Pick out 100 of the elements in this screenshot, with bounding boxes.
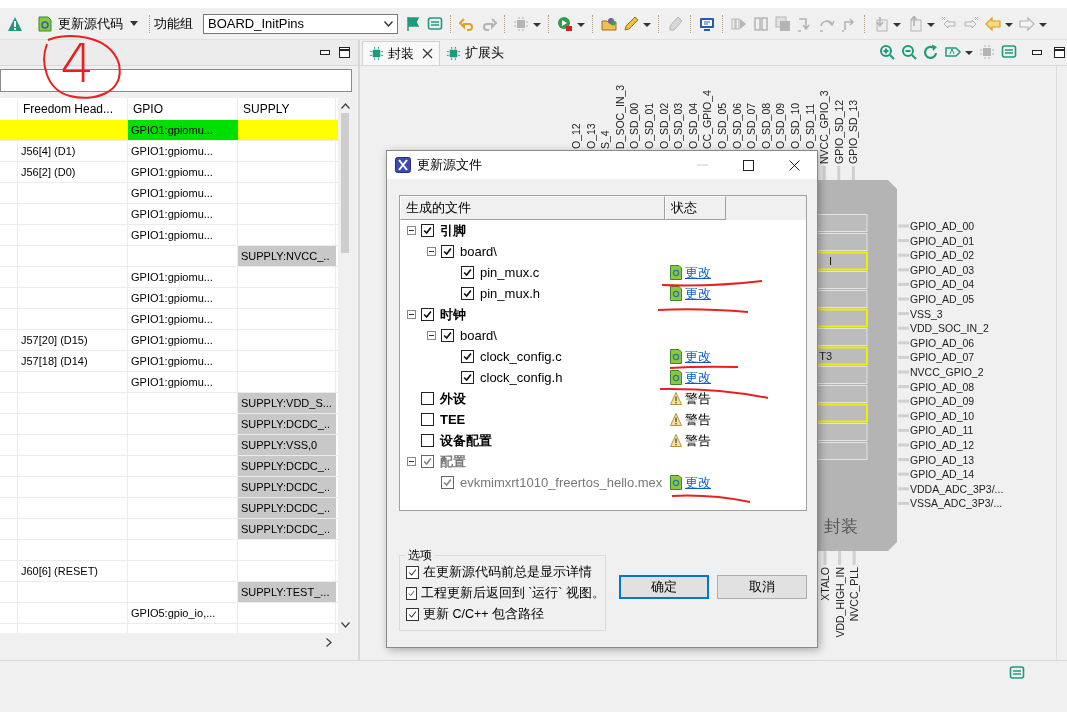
pen-icon[interactable] [623, 15, 651, 32]
ok-button[interactable]: 确定 [619, 575, 709, 599]
table-cell-text: GPIO1:gpiomu... [130, 270, 214, 285]
table-cell: SUPPLY:DCDC_.. [238, 414, 336, 434]
cancel-button[interactable]: 取消 [717, 575, 807, 599]
collapse-icon[interactable] [427, 331, 436, 340]
zoom-in-icon[interactable] [879, 44, 895, 60]
checkbox[interactable] [421, 413, 434, 426]
table-cell: SUPPLY:DCDC_.. [238, 498, 336, 518]
document-icon [670, 265, 682, 280]
collapse-icon[interactable] [427, 247, 436, 256]
status-link[interactable]: 更改 [685, 263, 711, 282]
pin-label: GPIO_AD_04 [910, 278, 975, 291]
table-row[interactable]: GPIO1:gpiomu... [0, 204, 338, 225]
table-row[interactable]: SUPPLY:VDD_S... [0, 393, 338, 414]
table-row[interactable]: J56[2] (D0) GPIO1:gpiomu... [0, 162, 338, 183]
status-text: 警告 [685, 431, 711, 450]
column-header[interactable]: GPIO [128, 98, 238, 118]
pin-line [898, 341, 909, 345]
caret-icon[interactable] [130, 21, 138, 26]
minimize-icon[interactable] [320, 50, 330, 55]
table-cell: SUPPLY:DCDC_.. [238, 519, 336, 539]
checkbox[interactable] [441, 329, 454, 342]
status-link[interactable]: 更改 [685, 347, 711, 366]
pin-label: O_SD_04 [686, 102, 699, 149]
pin-label: GPIO_SD_12 [832, 99, 845, 164]
collapse-icon[interactable] [407, 310, 416, 319]
notes-icon[interactable] [1001, 44, 1017, 60]
document-icon [670, 349, 682, 364]
table-row[interactable]: GPIO1:gpiomu... [0, 288, 338, 309]
table-row[interactable]: SUPPLY:VSS,0 [0, 435, 338, 456]
chip-icon [446, 45, 461, 61]
status-link[interactable]: 更改 [685, 284, 711, 303]
maximize-icon[interactable] [1054, 46, 1065, 58]
table-row[interactable]: J57[20] (D15) GPIO1:gpiomu... [0, 330, 338, 351]
close-icon[interactable] [422, 48, 433, 59]
status-text: 警告 [685, 410, 711, 429]
table-row[interactable]: SUPPLY:TEST_... [0, 582, 338, 603]
table-row[interactable]: J57[18] (D14) GPIO1:gpiomu... [0, 351, 338, 372]
table-row[interactable]: SUPPLY:DCDC_.. [0, 414, 338, 435]
checkbox[interactable] [406, 587, 417, 600]
folder-icon[interactable] [601, 15, 617, 32]
tab[interactable]: 扩展头 [440, 41, 510, 65]
checkbox[interactable] [421, 392, 434, 405]
monitor-icon[interactable] [699, 15, 715, 32]
table-cell-text: GPIO1:gpiomu... [130, 144, 214, 159]
checkbox[interactable] [406, 608, 419, 621]
pin-box-label: T3 [819, 350, 832, 362]
scroll-up-icon[interactable] [340, 103, 350, 109]
status-link[interactable]: 更改 [685, 368, 711, 387]
notes-icon[interactable] [1009, 665, 1025, 681]
label-icon[interactable] [945, 44, 973, 60]
rotate-icon[interactable] [923, 44, 939, 60]
scrollbar-thumb[interactable] [341, 113, 349, 253]
table-row[interactable]: SUPPLY:DCDC_.. [0, 519, 338, 540]
table-row[interactable]: SUPPLY:DCDC_.. [0, 477, 338, 498]
checkbox[interactable] [421, 308, 434, 321]
back-arrow-icon[interactable] [985, 15, 1013, 32]
notes-icon[interactable] [427, 15, 443, 32]
column-header[interactable]: 状态 [665, 196, 726, 220]
pin-label: GPIO_AD_02 [910, 249, 975, 262]
checkbox[interactable] [461, 350, 474, 363]
table-row[interactable]: GPIO1:gpiomu... [0, 120, 338, 141]
column-header[interactable]: SUPPLY [238, 98, 336, 118]
flag-icon[interactable] [405, 15, 421, 32]
document-icon [670, 475, 682, 490]
table-row[interactable]: GPIO1:gpiomu... [0, 267, 338, 288]
file-label: 引脚 [440, 221, 466, 240]
pin-line [898, 501, 909, 505]
minimize-icon[interactable] [1032, 49, 1042, 55]
checkbox[interactable] [421, 434, 434, 447]
pin-line [898, 224, 909, 228]
checkbox[interactable] [461, 371, 474, 384]
table-cell-text: GPIO1:gpiomu... [130, 354, 214, 369]
checkbox[interactable] [461, 287, 474, 300]
update-code-button[interactable]: 更新源代码 [31, 11, 129, 36]
pin-line [898, 282, 909, 286]
run-icon[interactable] [557, 15, 585, 32]
table-row[interactable]: GPIO1:gpiomu... [0, 183, 338, 204]
tab[interactable]: 封装 [362, 41, 440, 65]
table-row[interactable]: SUPPLY:DCDC_.. [0, 456, 338, 477]
column-header[interactable]: 生成的文件 [400, 196, 665, 220]
collapse-icon[interactable] [407, 226, 416, 235]
maximize-icon[interactable] [339, 47, 350, 58]
table-row[interactable]: SUPPLY:NVCC_.. [0, 246, 338, 267]
checkbox[interactable] [461, 266, 474, 279]
checkbox[interactable] [421, 224, 434, 237]
table-row[interactable]: GPIO1:gpiomu... [0, 309, 338, 330]
scroll-down-icon[interactable] [340, 622, 350, 628]
checkbox[interactable] [406, 566, 419, 579]
column-header[interactable]: Freedom Head... [18, 98, 128, 118]
pin-label: GPIO_AD_01 [910, 234, 975, 247]
zoom-out-icon[interactable] [901, 44, 917, 60]
warning-icon[interactable] [7, 15, 23, 32]
checkbox[interactable] [441, 245, 454, 258]
function-group-dropdown[interactable]: BOARD_InitPins [203, 13, 398, 34]
table-row[interactable]: SUPPLY:DCDC_.. [0, 498, 338, 519]
table-row[interactable]: J56[4] (D1) GPIO1:gpiomu... [0, 141, 338, 162]
scroll-right-icon[interactable] [326, 637, 332, 647]
table-row[interactable]: GPIO5:gpio_io,... [0, 603, 338, 624]
